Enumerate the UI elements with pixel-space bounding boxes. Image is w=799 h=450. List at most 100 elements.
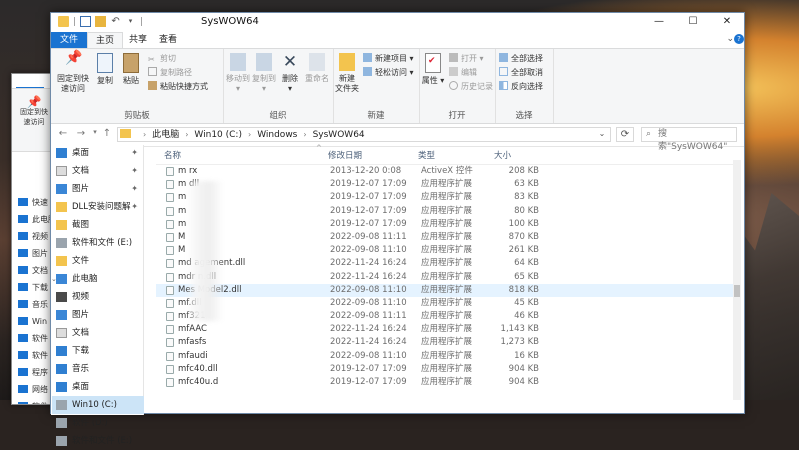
- new-folder-label: 新建 文件夹: [335, 74, 359, 93]
- file-row[interactable]: M 2022-09-08 11:10 应用程序扩展 261 KB: [156, 244, 741, 257]
- nav-item-pictures[interactable]: 图片 ✦: [52, 180, 144, 198]
- select-all-button[interactable]: 全部选择: [499, 53, 543, 65]
- invert-selection-button[interactable]: 反向选择: [499, 81, 543, 93]
- undo-icon[interactable]: ↶: [110, 16, 121, 27]
- nav-label: 软件和文件 (E:): [72, 436, 133, 446]
- nav-item-files[interactable]: 文件: [52, 252, 144, 270]
- breadcrumb-item[interactable]: Windows: [257, 130, 297, 140]
- copy-button[interactable]: 复制: [93, 53, 117, 86]
- file-row[interactable]: md agement.dll2022-11-24 16:24应用程序扩展64 K…: [156, 257, 741, 270]
- file-row[interactable]: mdr n.dll2022-11-24 16:24应用程序扩展65 KB: [156, 271, 741, 284]
- qat-dropdown-icon[interactable]: ▾: [125, 16, 136, 27]
- file-row[interactable]: m rx 2013-12-20 0:08 ActiveX 控件 208 KB: [156, 165, 741, 178]
- file-row[interactable]: m dll2019-12-07 17:09应用程序扩展63 KB: [156, 178, 741, 191]
- file-row[interactable]: mfaudi 2022-09-08 11:10 应用程序扩展 16 KB: [156, 350, 741, 363]
- nav-item-desktop[interactable]: 桌面 ✦: [52, 144, 144, 162]
- rename-button[interactable]: 重命名: [303, 53, 331, 84]
- address-dropdown-icon[interactable]: ⌄: [595, 127, 609, 140]
- history-button[interactable]: 历史记录: [449, 81, 493, 93]
- breadcrumb-item[interactable]: Win10 (C:): [194, 130, 242, 140]
- move-to-button[interactable]: 移动到 ▾: [225, 53, 251, 94]
- file-size: 65 KB: [514, 271, 539, 282]
- column-date[interactable]: 修改日期: [328, 149, 362, 161]
- file-rows: m rx2013-12-20 0:08ActiveX 控件208 KBm dll…: [156, 165, 741, 389]
- nav-item-pictures-pc[interactable]: 图片: [52, 306, 144, 324]
- search-input[interactable]: ⌕ 搜索"SysWOW64": [641, 127, 737, 152]
- nav-item-this-pc[interactable]: ⌄ 此电脑: [51, 270, 144, 288]
- nav-item-drive-c[interactable]: Win10 (C:): [52, 396, 144, 414]
- close-button[interactable]: ✕: [710, 13, 744, 32]
- vertical-scrollbar[interactable]: [733, 160, 741, 400]
- file-row[interactable]: mfasfs 2022-11-24 16:24 应用程序扩展 1,273 KB: [156, 336, 741, 349]
- back-pin-button[interactable]: 📌 固定到快 速访问: [20, 96, 48, 127]
- nav-item-desktop-pc[interactable]: 桌面: [52, 378, 144, 396]
- refresh-button[interactable]: ⟳: [616, 127, 634, 142]
- nav-item-drive-d[interactable]: 软件 (D:): [52, 414, 144, 432]
- back-nav-label: 软件: [32, 351, 48, 360]
- paste-button[interactable]: 粘贴: [119, 53, 143, 86]
- paste-shortcut-button[interactable]: 粘贴快捷方式: [148, 81, 208, 93]
- file-row[interactable]: mfc40.dll 2019-12-07 17:09 应用程序扩展 904 KB: [156, 363, 741, 376]
- breadcrumb-item[interactable]: 此电脑: [152, 130, 179, 140]
- nav-item-videos[interactable]: 视频: [52, 288, 144, 306]
- download-icon: [56, 346, 67, 356]
- recent-locations-button[interactable]: ▾: [89, 128, 101, 136]
- tab-share[interactable]: 共享: [123, 32, 153, 48]
- new-folder-quick-icon[interactable]: [95, 16, 107, 27]
- copy-path-button[interactable]: 复制路径: [148, 67, 192, 79]
- drive-icon: [18, 317, 28, 325]
- dll-file-icon: [166, 364, 174, 374]
- tab-file[interactable]: 文件: [51, 32, 87, 48]
- tab-view[interactable]: 查看: [153, 32, 183, 48]
- nav-item-drive-e-pc[interactable]: 软件和文件 (E:): [52, 432, 144, 450]
- easy-access-button[interactable]: 轻松访问 ▾: [363, 67, 414, 79]
- breadcrumb-item[interactable]: SysWOW64: [313, 130, 365, 140]
- nav-item-screenshots[interactable]: 截图: [52, 216, 144, 234]
- open-button[interactable]: 打开 ▾: [449, 53, 484, 65]
- file-size: 16 KB: [514, 350, 539, 361]
- file-row[interactable]: M 2022-09-08 11:11 应用程序扩展 870 KB: [156, 231, 741, 244]
- nav-item-dll-folder[interactable]: DLL安装问题解 ✦: [52, 198, 144, 216]
- forward-button[interactable]: →: [75, 128, 87, 139]
- maximize-button[interactable]: ☐: [676, 13, 710, 32]
- nav-item-drive-e[interactable]: 软件和文件 (E:): [52, 234, 144, 252]
- address-bar[interactable]: › 此电脑 › Win10 (C:) › Windows › SysWOW64: [117, 127, 611, 142]
- select-none-button[interactable]: 全部取消: [499, 67, 543, 79]
- copy-to-button[interactable]: 复制到 ▾: [251, 53, 277, 94]
- column-type[interactable]: 类型: [418, 149, 435, 161]
- properties-quick-icon[interactable]: [80, 16, 92, 27]
- cut-button[interactable]: ✂ 剪切: [148, 53, 176, 65]
- chevron-right-icon: ›: [185, 130, 189, 139]
- nav-item-documents[interactable]: 文档 ✦: [52, 162, 144, 180]
- new-item-button[interactable]: 新建项目 ▾: [363, 53, 414, 65]
- collapse-ribbon-icon[interactable]: ⌄: [726, 34, 734, 44]
- help-icon[interactable]: ?: [734, 34, 744, 44]
- back-button[interactable]: ←: [57, 128, 69, 139]
- file-row[interactable]: mfc40u.d 2019-12-07 17:09 应用程序扩展 904 KB: [156, 376, 741, 389]
- file-row[interactable]: m 2019-12-07 17:09 应用程序扩展 80 KB: [156, 205, 741, 218]
- nav-item-music[interactable]: 音乐: [52, 360, 144, 378]
- rename-label: 重命名: [305, 74, 329, 83]
- file-row[interactable]: mfAAC 2022-11-24 16:24 应用程序扩展 1,143 KB: [156, 323, 741, 336]
- file-row[interactable]: Mes Model2.dll2022-09-08 11:10应用程序扩展818 …: [156, 283, 741, 297]
- title-bar[interactable]: | ↶ ▾ | SysWOW64 — ☐ ✕: [51, 13, 744, 32]
- edit-button[interactable]: 编辑: [449, 67, 477, 79]
- picture-icon: [56, 184, 67, 194]
- nav-item-documents-pc[interactable]: 文档: [52, 324, 144, 342]
- up-button[interactable]: ↑: [101, 128, 113, 139]
- scrollbar-thumb[interactable]: [734, 285, 740, 297]
- new-folder-button[interactable]: 新建 文件夹: [335, 53, 359, 94]
- pin-quick-access-button[interactable]: 📌 固定到快 速访问: [55, 51, 91, 94]
- column-name[interactable]: 名称: [164, 149, 181, 161]
- file-row[interactable]: mf3212022-09-08 11:11应用程序扩展46 KB: [156, 310, 741, 323]
- tab-home[interactable]: 主页: [87, 32, 123, 48]
- nav-label: 截图: [72, 220, 90, 230]
- column-size[interactable]: 大小: [494, 149, 511, 161]
- file-row[interactable]: m 2019-12-07 17:09 应用程序扩展 83 KB: [156, 191, 741, 204]
- file-row[interactable]: m 2019-12-07 17:09 应用程序扩展 100 KB: [156, 218, 741, 231]
- minimize-button[interactable]: —: [642, 13, 676, 32]
- delete-button[interactable]: ✕ 删除 ▾: [279, 53, 301, 94]
- file-row[interactable]: mf.dll2022-09-08 11:10应用程序扩展45 KB: [156, 297, 741, 310]
- nav-item-downloads[interactable]: 下载: [52, 342, 144, 360]
- properties-button[interactable]: ✔ 属性 ▾: [421, 53, 445, 86]
